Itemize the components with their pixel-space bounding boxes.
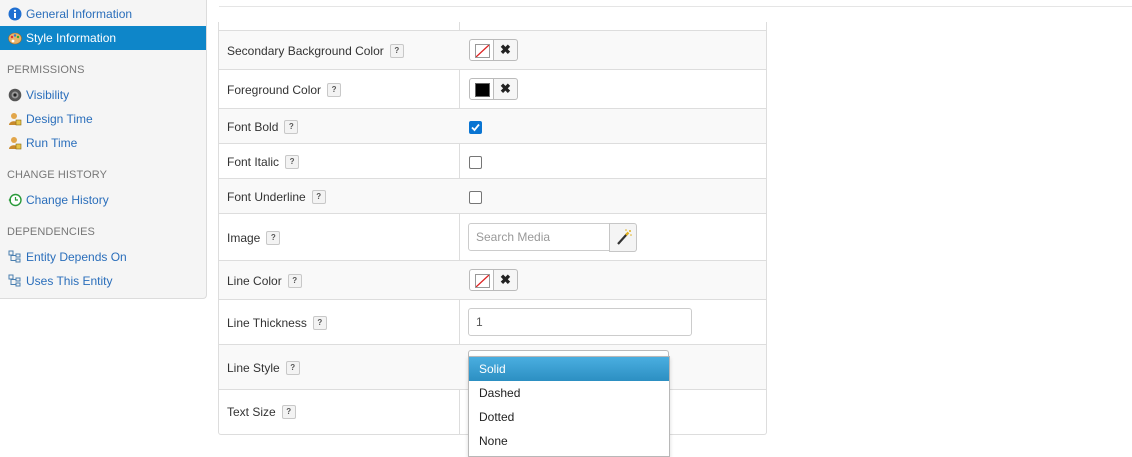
help-icon[interactable]: ? xyxy=(311,189,326,204)
property-row-font-underline: Font Underline ? xyxy=(219,178,766,214)
help-icon[interactable]: ? xyxy=(327,82,342,97)
palette-icon xyxy=(8,32,22,45)
no-color-swatch-icon xyxy=(475,274,490,288)
sidebar-item-change-history[interactable]: Change History xyxy=(0,188,206,212)
property-label: Line Color xyxy=(227,273,282,288)
property-row-line-color: Line Color ? ✖ xyxy=(219,260,766,300)
property-label: Font Underline xyxy=(227,189,306,204)
help-icon[interactable]: ? xyxy=(389,43,404,58)
help-icon[interactable]: ? xyxy=(266,230,281,245)
media-picker-button[interactable] xyxy=(609,223,637,252)
clear-foreground-color-button[interactable]: ✖ xyxy=(494,78,518,100)
property-label: Text Size xyxy=(227,405,276,419)
font-italic-checkbox[interactable] xyxy=(469,156,482,169)
user-lock-icon xyxy=(9,137,22,150)
sidebar-item-design-time[interactable]: Design Time xyxy=(0,107,206,131)
property-label: Font Italic xyxy=(227,154,280,169)
property-label: Image xyxy=(227,230,261,245)
property-row-font-bold: Font Bold ? xyxy=(219,108,766,144)
secondary-background-color-picker[interactable] xyxy=(469,39,494,61)
sidebar-item-visibility[interactable]: Visibility xyxy=(0,83,206,107)
checkmark-icon xyxy=(471,123,480,132)
clear-line-color-button[interactable]: ✖ xyxy=(494,269,518,291)
section-heading-change-history: CHANGE HISTORY xyxy=(7,169,108,181)
search-media-input[interactable]: Search Media xyxy=(468,223,610,251)
line-color-picker[interactable] xyxy=(469,269,494,291)
help-icon[interactable]: ? xyxy=(281,405,296,419)
sidebar-item-label: General Information xyxy=(26,7,133,21)
help-icon[interactable]: ? xyxy=(284,119,299,134)
property-label: Line Style xyxy=(227,360,280,375)
property-label: Secondary Background Color xyxy=(227,43,384,58)
no-color-swatch-icon xyxy=(475,44,490,58)
color-swatch-icon xyxy=(475,83,490,97)
info-icon xyxy=(8,7,22,21)
clear-secondary-background-color-button[interactable]: ✖ xyxy=(494,39,518,61)
help-icon[interactable]: ? xyxy=(285,360,300,375)
help-icon[interactable]: ? xyxy=(287,273,302,288)
property-label: Font Bold xyxy=(227,119,279,134)
sidebar-item-label: Run Time xyxy=(26,136,78,150)
sidebar-item-style-information[interactable]: Style Information xyxy=(0,26,206,50)
user-lock-icon xyxy=(9,113,22,126)
line-style-option-solid[interactable]: Solid xyxy=(469,357,669,381)
property-label: Foreground Color xyxy=(227,82,322,97)
line-style-option-dashed[interactable]: Dashed xyxy=(469,381,669,405)
property-row-font-italic: Font Italic ? xyxy=(219,143,766,179)
line-style-option-dotted[interactable]: Dotted xyxy=(469,405,669,429)
help-icon[interactable]: ? xyxy=(285,154,300,169)
hierarchy-icon xyxy=(8,250,21,263)
section-heading-dependencies: DEPENDENCIES xyxy=(7,226,95,238)
line-thickness-input[interactable]: 1 xyxy=(468,308,692,336)
property-label: Line Thickness xyxy=(227,315,307,330)
magic-wand-icon xyxy=(617,229,632,245)
hierarchy-icon xyxy=(8,274,21,287)
history-icon xyxy=(8,193,22,207)
sidebar-item-label: Design Time xyxy=(26,112,93,126)
sidebar-item-label: Visibility xyxy=(26,88,70,102)
sidebar-item-general-information[interactable]: General Information xyxy=(0,2,206,26)
property-row-foreground-color: Foreground Color ? ✖ xyxy=(219,69,766,109)
eye-icon xyxy=(8,88,22,102)
line-style-dropdown-list: Solid Dashed Dotted None xyxy=(468,356,670,457)
sidebar: General Information Style Information PE… xyxy=(0,0,207,299)
sidebar-item-uses-this-entity[interactable]: Uses This Entity xyxy=(0,269,206,293)
sidebar-item-label: Style Information xyxy=(26,31,117,45)
property-row-image: Image ? Search Media xyxy=(219,213,766,261)
page-title-fragment xyxy=(223,0,423,5)
property-row-secondary-background-color: Secondary Background Color ? ✖ xyxy=(219,30,766,70)
font-bold-checkbox[interactable] xyxy=(469,121,482,134)
font-underline-checkbox[interactable] xyxy=(469,191,482,204)
help-icon[interactable]: ? xyxy=(312,315,327,330)
sidebar-item-entity-depends-on[interactable]: Entity Depends On xyxy=(0,245,206,269)
sidebar-item-label: Uses This Entity xyxy=(26,274,113,288)
sidebar-item-label: Entity Depends On xyxy=(26,250,127,264)
foreground-color-picker[interactable] xyxy=(469,78,494,100)
line-style-option-none[interactable]: None xyxy=(469,429,669,453)
sidebar-item-label: Change History xyxy=(26,193,109,207)
section-heading-permissions: PERMISSIONS xyxy=(7,64,85,76)
sidebar-item-run-time[interactable]: Run Time xyxy=(0,131,206,155)
header-divider xyxy=(219,6,1132,7)
property-row-line-thickness: Line Thickness ? 1 xyxy=(219,299,766,345)
